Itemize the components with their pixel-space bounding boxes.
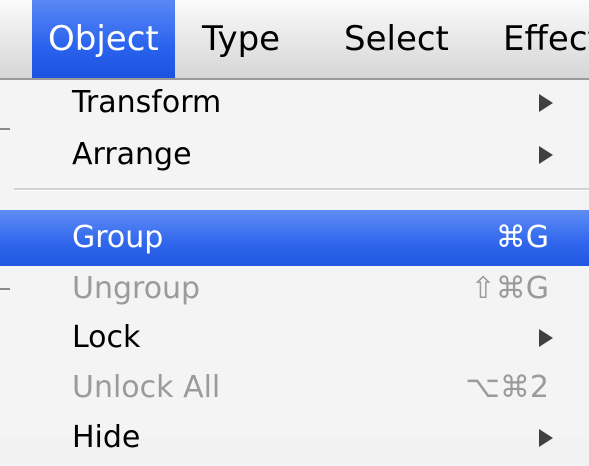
submenu-arrow-icon xyxy=(539,329,553,347)
submenu-arrow-icon xyxy=(539,146,553,164)
menu-item-shortcut: ⌘G xyxy=(495,220,549,255)
menu-item-group[interactable]: Group ⌘G xyxy=(0,210,589,266)
menu-item-label: Group xyxy=(72,220,164,255)
menu-item-unlock-all[interactable]: Unlock All ⌥⌘2 xyxy=(0,360,589,416)
menubar-select[interactable]: Select xyxy=(344,0,449,78)
menu-item-hide[interactable]: Hide xyxy=(0,410,589,466)
menu-item-shortcut: ⇧⌘G xyxy=(470,271,549,306)
menu-item-label: Lock xyxy=(72,320,141,355)
menu-item-transform[interactable]: Transform xyxy=(0,75,589,131)
menu-separator xyxy=(14,188,589,191)
menubar-effect[interactable]: Effect xyxy=(503,0,589,78)
menu-item-label: Unlock All xyxy=(72,370,221,405)
menu-bar: Object Type Select Effect xyxy=(0,0,589,80)
menu-item-label: Transform xyxy=(72,85,222,120)
menu-item-label: Arrange xyxy=(72,137,192,172)
menu-item-arrange[interactable]: Arrange xyxy=(0,127,589,183)
menu-item-ungroup[interactable]: Ungroup ⇧⌘G xyxy=(0,261,589,317)
menubar-object[interactable]: Object xyxy=(32,0,175,78)
submenu-arrow-icon xyxy=(539,429,553,447)
submenu-arrow-icon xyxy=(539,94,553,112)
menu-item-lock[interactable]: Lock xyxy=(0,310,589,366)
object-menu: Transform Arrange Group ⌘G Ungroup ⇧⌘G L… xyxy=(0,80,589,455)
menu-item-shortcut: ⌥⌘2 xyxy=(465,370,549,405)
menubar-type[interactable]: Type xyxy=(202,0,280,78)
menu-item-label: Hide xyxy=(72,420,141,455)
menu-item-label: Ungroup xyxy=(72,271,201,306)
